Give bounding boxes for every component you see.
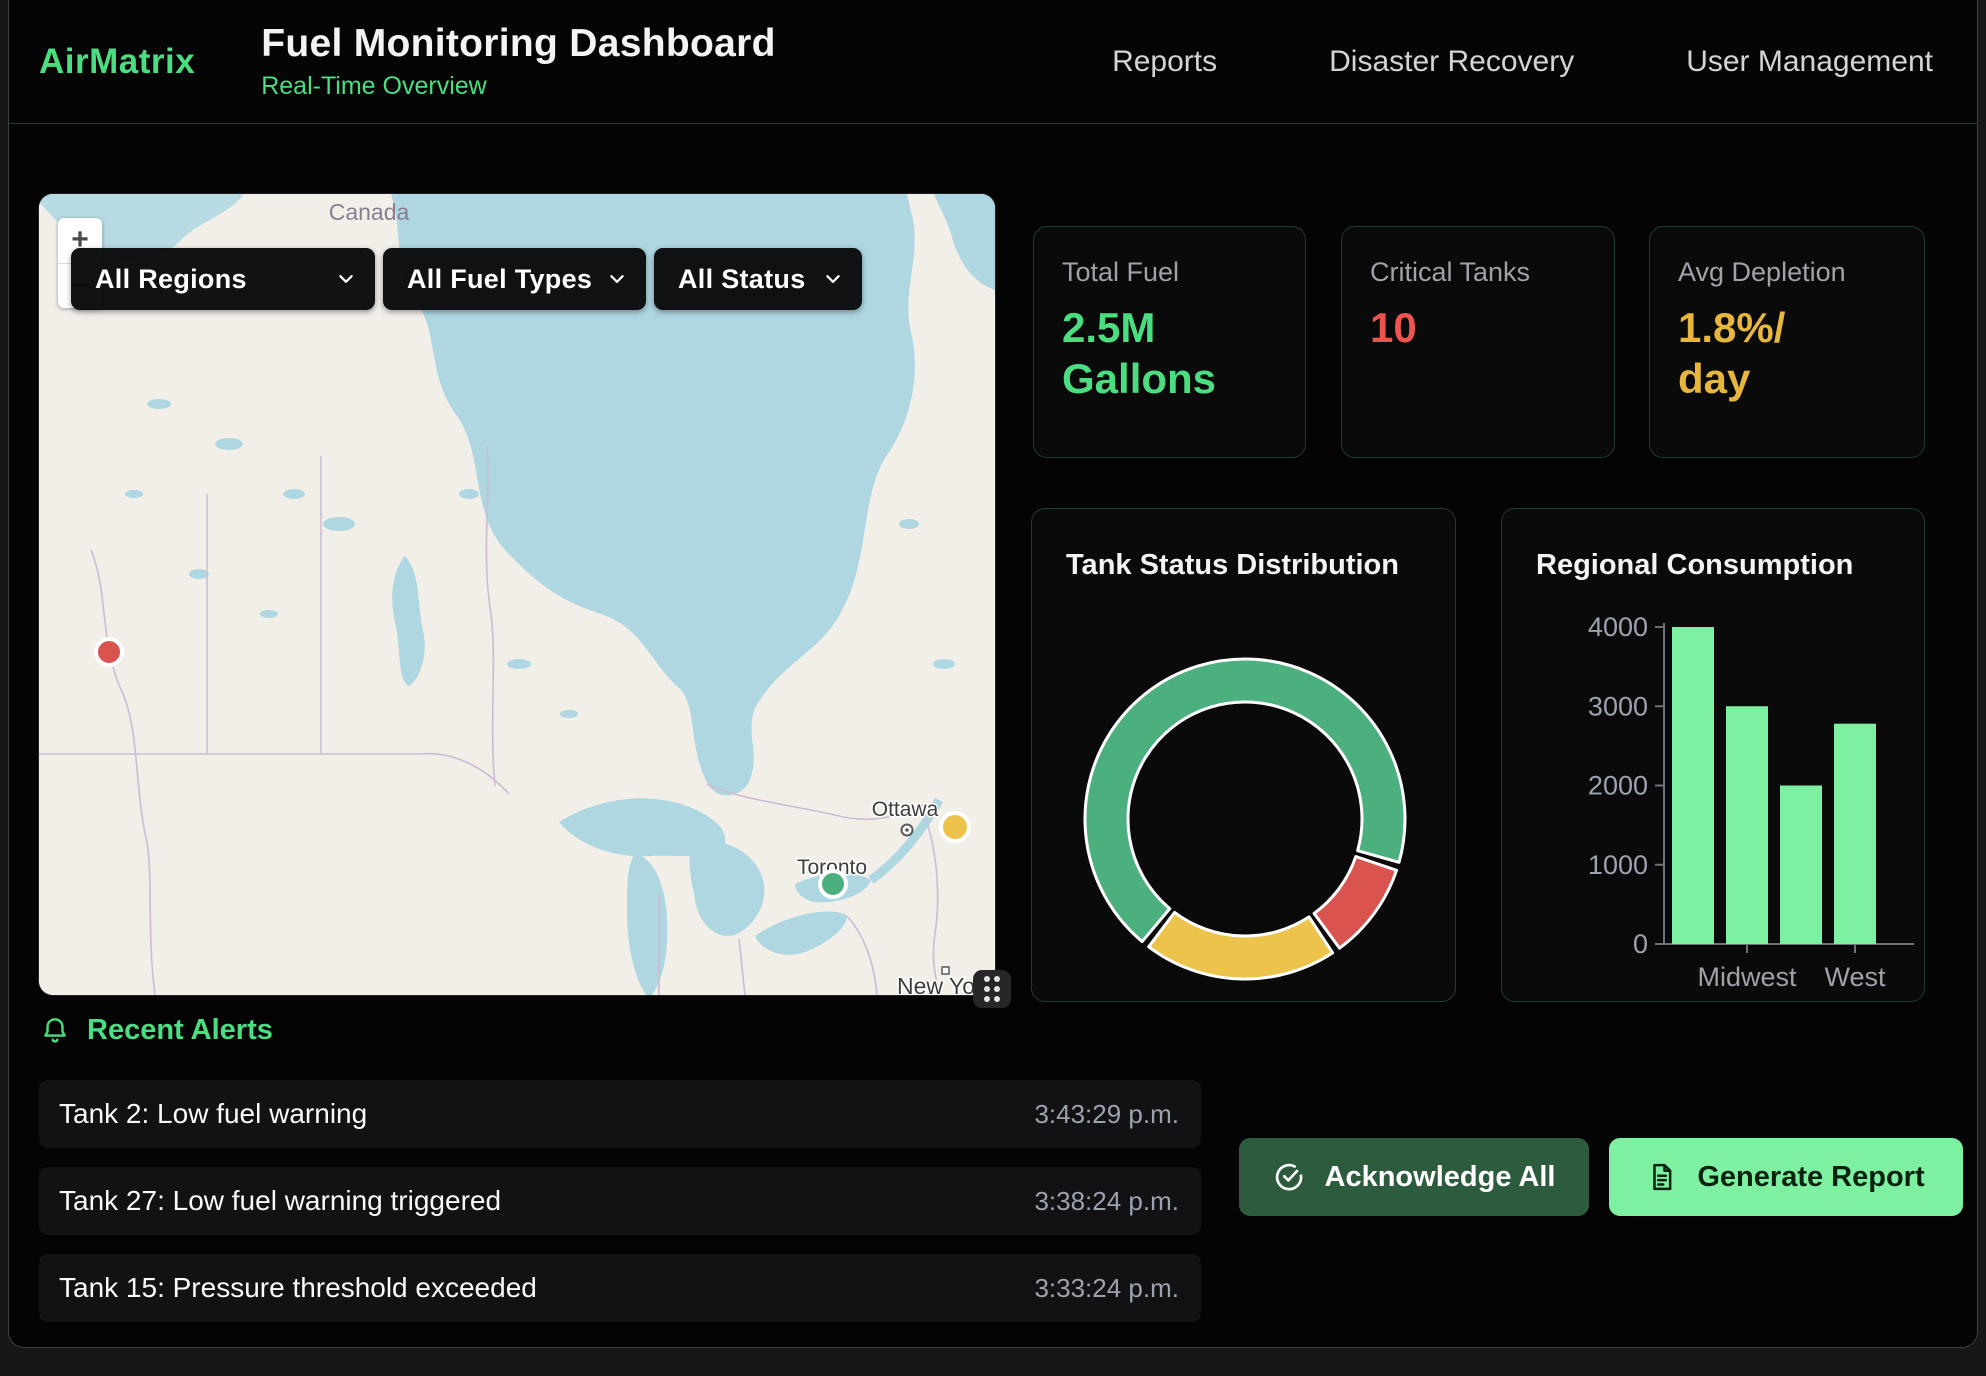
svg-text:4000: 4000 <box>1588 612 1648 642</box>
map-resize-handle[interactable] <box>973 970 1011 1008</box>
tank-marker-warning[interactable] <box>941 813 969 841</box>
recent-alerts-header: Recent Alerts <box>39 1014 273 1047</box>
fuel-type-filter-dropdown[interactable]: All Fuel Types <box>383 248 646 310</box>
page-title: Fuel Monitoring Dashboard <box>261 22 775 66</box>
brand-logo: AirMatrix <box>39 42 195 82</box>
acknowledge-all-button[interactable]: Acknowledge All <box>1239 1138 1589 1216</box>
nav-disaster-recovery[interactable]: Disaster Recovery <box>1329 45 1574 79</box>
stat-card-critical-tanks: Critical Tanks 10 <box>1341 226 1615 458</box>
stat-label: Avg Depletion <box>1678 257 1896 288</box>
map-label-ottawa: Ottawa <box>872 798 939 821</box>
tank-status-donut-chart <box>1032 509 1456 1002</box>
map[interactable]: Canada Ottawa Toronto New York + − All R… <box>39 194 995 995</box>
alert-row[interactable]: Tank 15: Pressure threshold exceeded 3:3… <box>39 1254 1201 1322</box>
status-filter-value: All Status <box>678 264 806 295</box>
svg-text:Midwest: Midwest <box>1697 962 1797 992</box>
alert-text: Tank 2: Low fuel warning <box>59 1098 367 1130</box>
nav-user-management[interactable]: User Management <box>1686 45 1933 79</box>
stat-label: Total Fuel <box>1062 257 1277 288</box>
acknowledge-all-label: Acknowledge All <box>1325 1161 1556 1194</box>
main-nav: Reports Disaster Recovery User Managemen… <box>1112 45 1933 79</box>
tank-marker-critical[interactable] <box>96 639 122 665</box>
alert-time: 3:38:24 p.m. <box>1034 1186 1179 1217</box>
stat-value: 2.5M Gallons <box>1062 302 1277 404</box>
regional-consumption-card: 0 1000 2000 3000 4000 Midwest West Regional Co… <box>1501 508 1925 1002</box>
report-document-icon <box>1647 1162 1677 1192</box>
status-filter-dropdown[interactable]: All Status <box>654 248 862 310</box>
tank-marker-normal[interactable] <box>820 871 846 897</box>
alert-row[interactable]: Tank 27: Low fuel warning triggered 3:38… <box>39 1167 1201 1235</box>
dashboard-container: AirMatrix Fuel Monitoring Dashboard Real… <box>8 0 1978 1348</box>
alert-text: Tank 15: Pressure threshold exceeded <box>59 1272 537 1304</box>
region-filter-dropdown[interactable]: All Regions <box>71 248 375 310</box>
chevron-down-icon <box>824 270 842 288</box>
chart-title: Regional Consumption <box>1536 549 1853 582</box>
map-label-canada: Canada <box>329 199 410 225</box>
page-subtitle: Real-Time Overview <box>261 72 775 101</box>
map-canvas: Canada Ottawa Toronto New York <box>39 194 995 995</box>
donut-segment-warning <box>1149 912 1333 979</box>
donut-segment-critical <box>1314 857 1396 949</box>
alert-time: 3:43:29 p.m. <box>1034 1099 1179 1130</box>
bar-3 <box>1834 724 1876 944</box>
stat-value: 1.8%/ day <box>1678 302 1896 404</box>
svg-text:3000: 3000 <box>1588 691 1648 721</box>
recent-alerts-title: Recent Alerts <box>87 1014 273 1047</box>
generate-report-label: Generate Report <box>1697 1161 1924 1194</box>
generate-report-button[interactable]: Generate Report <box>1609 1138 1963 1216</box>
alert-row[interactable]: Tank 2: Low fuel warning 3:43:29 p.m. <box>39 1080 1201 1148</box>
page-title-block: Fuel Monitoring Dashboard Real-Time Over… <box>261 22 775 101</box>
svg-text:2000: 2000 <box>1588 771 1648 801</box>
svg-text:West: West <box>1824 962 1886 992</box>
check-circle-icon <box>1273 1161 1305 1193</box>
alert-text: Tank 27: Low fuel warning triggered <box>59 1185 501 1217</box>
stat-card-total-fuel: Total Fuel 2.5M Gallons <box>1033 226 1306 458</box>
stat-value: 10 <box>1370 302 1586 353</box>
svg-text:1000: 1000 <box>1588 850 1648 880</box>
chevron-down-icon <box>337 270 355 288</box>
svg-text:0: 0 <box>1633 929 1648 959</box>
region-filter-value: All Regions <box>95 264 247 295</box>
chevron-down-icon <box>608 270 626 288</box>
bar-1 <box>1726 706 1768 944</box>
bar-0 <box>1672 627 1714 944</box>
bell-icon <box>39 1015 71 1047</box>
alert-time: 3:33:24 p.m. <box>1034 1273 1179 1304</box>
fuel-type-filter-value: All Fuel Types <box>407 264 592 295</box>
tank-status-distribution-card: Tank Status Distribution <box>1031 508 1456 1002</box>
map-filters: All Regions All Fuel Types All Status <box>71 248 862 310</box>
regional-consumption-bar-chart: 0 1000 2000 3000 4000 Midwest West <box>1502 509 1925 1002</box>
header: AirMatrix Fuel Monitoring Dashboard Real… <box>9 0 1977 124</box>
nav-reports[interactable]: Reports <box>1112 45 1217 79</box>
stat-label: Critical Tanks <box>1370 257 1586 288</box>
bar-2 <box>1780 786 1822 945</box>
chart-title: Tank Status Distribution <box>1066 549 1399 582</box>
stat-card-avg-depletion: Avg Depletion 1.8%/ day <box>1649 226 1925 458</box>
